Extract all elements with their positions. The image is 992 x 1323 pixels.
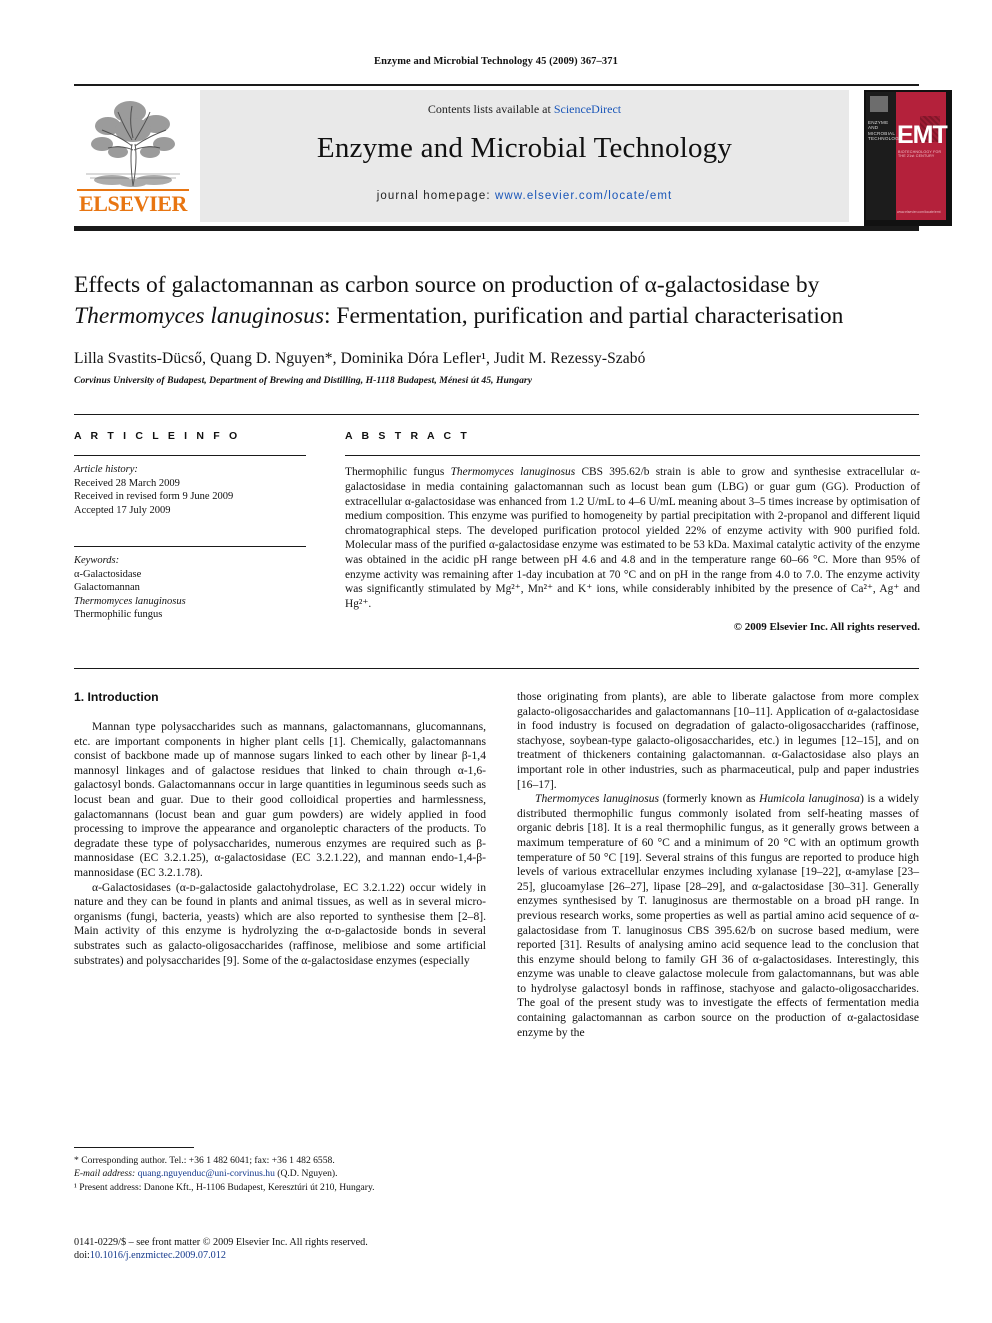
author-list: Lilla Svastits-Dücső, Quang D. Nguyen*, … [74, 350, 646, 367]
email-label: E-mail address: [74, 1168, 138, 1180]
footnote-email: E-mail address: quang.nguyenduc@uni-corv… [74, 1168, 486, 1180]
section-heading-introduction: 1. Introduction [74, 690, 159, 704]
abstract-part-2: CBS 395.62/b strain is able to grow and … [345, 466, 920, 610]
body-right-column: those originating from plants), are able… [517, 690, 919, 1040]
contents-available-line: Contents lists available at ScienceDirec… [200, 102, 849, 117]
history-item: Received 28 March 2009 [74, 477, 180, 489]
page-title: Effects of galactomannan as carbon sourc… [74, 270, 924, 332]
body-left-column: 1. Introduction Mannan type polysacchari… [74, 690, 486, 968]
history-item: Accepted 17 July 2009 [74, 504, 171, 516]
journal-masthead: ELSEVIER Contents lists available at Sci… [74, 88, 952, 226]
abstract-heading: A B S T R A C T [345, 430, 470, 442]
abstract-column: A B S T R A C T Thermophilic fungus Ther… [345, 430, 920, 633]
keyword-item: Galactomannan [74, 582, 140, 594]
masthead-top-rule [74, 84, 919, 86]
cover-footer-url: www.elsevier.com/locate/emt [897, 210, 941, 214]
keywords-block: Keywords: α-Galactosidase Galactomannan … [74, 554, 306, 621]
journal-title: Enzyme and Microbial Technology [316, 132, 733, 164]
issn-copyright-line: 0141-0229/$ – see front matter © 2009 El… [74, 1237, 368, 1248]
article-info-column: A R T I C L E I N F O Article history: R… [74, 430, 306, 621]
article-info-heading: A R T I C L E I N F O [74, 430, 241, 442]
intro-p4-rest: ) is a widely distributed thermophilic f… [517, 792, 920, 1039]
abstract-text: Thermophilic fungus Thermomyces lanugino… [345, 465, 920, 611]
contents-prefix: Contents lists available at [427, 102, 554, 116]
abstract-part-1: Thermophilic fungus [345, 466, 451, 479]
imprint-block: 0141-0229/$ – see front matter © 2009 El… [74, 1236, 544, 1262]
intro-paragraph-4: Thermomyces lanuginosus (formerly known … [517, 792, 919, 1040]
masthead-bottom-rule [74, 226, 919, 231]
footnote-rule [74, 1147, 194, 1148]
title-line-2: : Fermentation, purification and partial… [324, 303, 844, 329]
keywords-rule [74, 546, 306, 548]
sciencedirect-link[interactable]: ScienceDirect [554, 102, 621, 116]
species-humicola: Humicola lanuginosa [759, 792, 860, 806]
abstract-rule [345, 455, 920, 457]
copyright-line: © 2009 Elsevier Inc. All rights reserved… [733, 621, 920, 634]
species-thermomyces: Thermomyces lanuginosus [535, 792, 660, 806]
intro-paragraph-1: Mannan type polysaccharides such as mann… [74, 720, 486, 879]
journal-homepage-link[interactable]: www.elsevier.com/locate/emt [495, 190, 672, 202]
elsevier-logo: ELSEVIER [74, 88, 192, 224]
affiliation: Corvinus University of Budapest, Departm… [74, 375, 533, 386]
cover-journal-name: ENZYME AND MICROBIAL TECHNOLOGY [868, 120, 903, 142]
journal-homepage-line: journal homepage: www.elsevier.com/locat… [200, 190, 849, 202]
title-species: Thermomyces lanuginosus [74, 303, 324, 329]
keyword-item: α-Galactosidase [74, 568, 142, 580]
article-page: Enzyme and Microbial Technology 45 (2009… [0, 0, 992, 1323]
doi-label: doi: [74, 1250, 90, 1262]
intro-paragraph-3: those originating from plants), are able… [517, 690, 919, 791]
title-line-1: Effects of galactomannan as carbon sourc… [74, 272, 820, 298]
footnote-corresponding-author: * Corresponding author. Tel.: +36 1 482 … [74, 1155, 335, 1166]
keyword-item: Thermomyces lanuginosus [74, 595, 186, 607]
article-history-label: Article history: [74, 464, 138, 476]
intro-paragraph-2: α-Galactosidases (α-ᴅ-galactoside galact… [74, 880, 486, 967]
cover-acronym: EMT [897, 121, 948, 149]
cover-subtitle: BIOTECHNOLOGY FOR THE 21st CENTURY [898, 150, 942, 158]
elsevier-tree-icon [78, 90, 188, 194]
panel-top-rule [74, 414, 919, 415]
cover-logo-box [870, 96, 888, 112]
article-history-block: Article history: Received 28 March 2009 … [74, 463, 306, 517]
email-address-link[interactable]: quang.nguyenduc@uni-corvinus.hu [138, 1168, 275, 1179]
panel-bottom-rule [74, 668, 919, 669]
doi-link[interactable]: 10.1016/j.enzmictec.2009.07.012 [90, 1250, 226, 1261]
keyword-item: Thermophilic fungus [74, 609, 163, 621]
email-suffix: (Q.D. Nguyen). [274, 1168, 338, 1180]
elsevier-wordmark: ELSEVIER [78, 191, 188, 216]
footnote-present-address: ¹ Present address: Danone Kft., H-1106 B… [74, 1181, 375, 1193]
keywords-label: Keywords: [74, 555, 120, 567]
footnotes-block: * Corresponding author. Tel.: +36 1 482 … [74, 1155, 486, 1195]
abstract-species: Thermomyces lanuginosus [450, 466, 576, 479]
journal-cover-thumbnail: ENZYME AND MICROBIAL TECHNOLOGY EMT BIOT… [864, 90, 952, 226]
history-item: Received in revised form 9 June 2009 [74, 491, 234, 503]
homepage-prefix: journal homepage: [376, 190, 495, 202]
article-info-rule [74, 455, 306, 457]
intro-p4-mid: (formerly known as [659, 792, 760, 806]
title-block: Effects of galactomannan as carbon sourc… [74, 270, 924, 386]
doi-line: doi:10.1016/j.enzmictec.2009.07.012 [74, 1249, 544, 1262]
running-head: Enzyme and Microbial Technology 45 (2009… [374, 56, 618, 67]
journal-band: Contents lists available at ScienceDirec… [200, 90, 849, 222]
